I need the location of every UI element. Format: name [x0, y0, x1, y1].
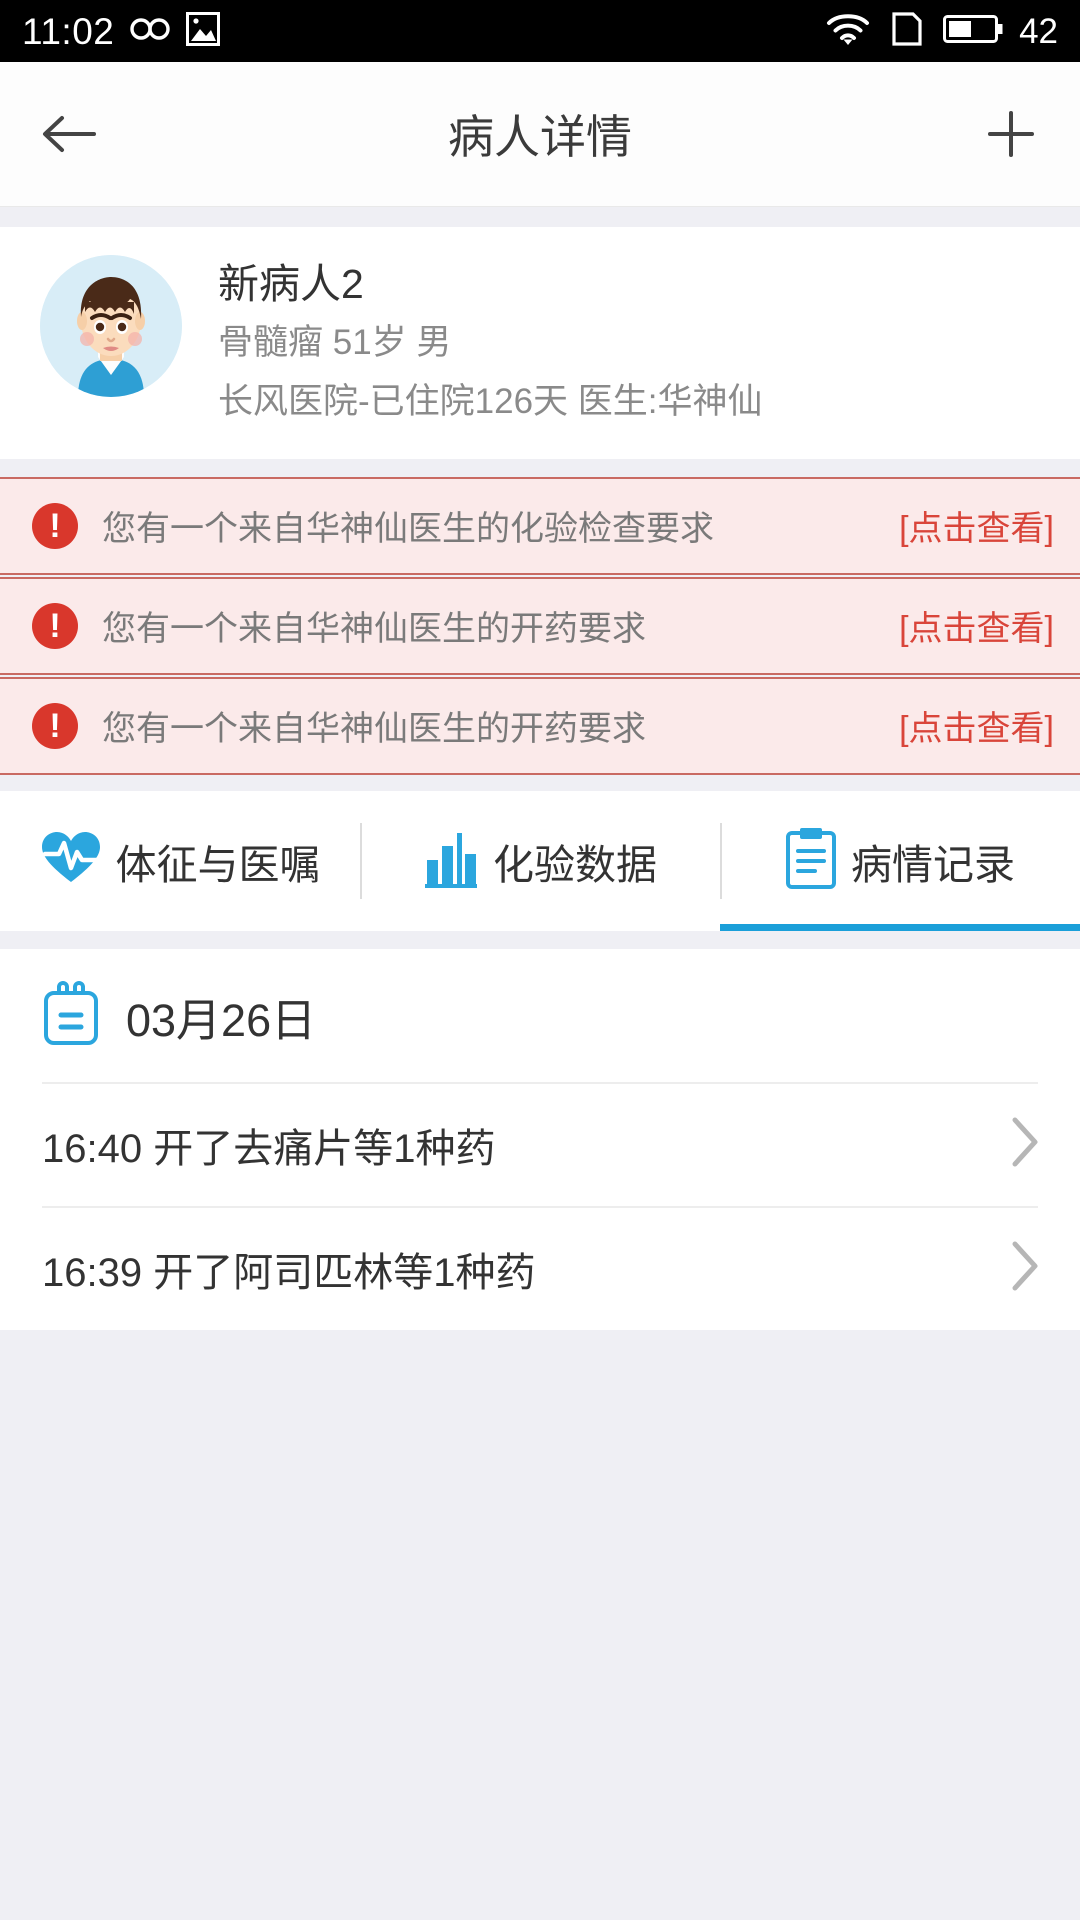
- wifi-icon: [825, 11, 871, 52]
- add-button[interactable]: [976, 99, 1046, 169]
- tab-vitals-orders[interactable]: 体征与医嘱: [0, 791, 360, 931]
- status-bar-right: 42: [825, 9, 1058, 54]
- patient-name: 新病人2: [218, 261, 364, 307]
- battery-icon: [943, 13, 1003, 50]
- record-date-row: 03月26日: [0, 949, 1080, 1082]
- tab-bar: 体征与医嘱 化验数据 病情记录: [0, 790, 1080, 931]
- record-item[interactable]: 16:39 开了阿司匹林等1种药: [0, 1208, 1080, 1330]
- warning-icon: !: [32, 602, 78, 649]
- plus-icon: [988, 111, 1034, 157]
- section-gap: [0, 207, 1080, 227]
- record-list: 03月26日 16:40 开了去痛片等1种药 16:39 开了阿司匹林等1种药: [0, 948, 1080, 1330]
- record-text: 16:40 开了去痛片等1种药: [42, 1126, 496, 1171]
- tab-label: 体征与医嘱: [115, 841, 321, 888]
- clipboard-icon: [785, 827, 837, 894]
- avatar: [40, 255, 182, 397]
- nav-header: 病人详情: [0, 62, 1080, 207]
- record-date: 03月26日: [126, 994, 317, 1046]
- alert-list: ! 您有一个来自华神仙医生的化验检查要求 [点击查看] ! 您有一个来自华神仙医…: [0, 476, 1080, 775]
- battery-percent: 42: [1019, 11, 1058, 51]
- patient-card[interactable]: 新病人2 骨髓瘤 51岁 男 长风医院-已住院126天 医生:华神仙: [0, 227, 1080, 459]
- tab-lab-data[interactable]: 化验数据: [360, 791, 720, 931]
- patient-meta: 骨髓瘤 51岁 男: [218, 323, 452, 363]
- tab-label: 化验数据: [493, 841, 657, 888]
- alert-row[interactable]: ! 您有一个来自华神仙医生的化验检查要求 [点击查看]: [0, 476, 1080, 575]
- chevron-right-icon: [1010, 1116, 1040, 1173]
- status-bar-left: 11:02: [22, 10, 221, 52]
- record-text: 16:39 开了阿司匹林等1种药: [42, 1250, 536, 1295]
- warning-icon: !: [32, 502, 78, 549]
- app-screen: 11:02 42 病人详情 新病人2 骨髓瘤 51岁 男 长风医院-已住院126…: [0, 0, 1080, 1920]
- alert-row[interactable]: ! 您有一个来自华神仙医生的开药要求 [点击查看]: [0, 676, 1080, 775]
- patient-avatar-icon: [40, 255, 182, 397]
- infinity-icon: [128, 14, 172, 49]
- patient-hospital: 长风医院-已住院126天 医生:华神仙: [218, 381, 763, 421]
- alert-text: 您有一个来自华神仙医生的开药要求: [102, 710, 646, 749]
- alert-view-link[interactable]: [点击查看]: [899, 601, 1054, 650]
- tab-label: 病情记录: [851, 841, 1015, 888]
- alert-text: 您有一个来自华神仙医生的化验检查要求: [102, 510, 714, 549]
- page-title: 病人详情: [448, 111, 632, 163]
- heartbeat-icon: [40, 830, 102, 891]
- record-item[interactable]: 16:40 开了去痛片等1种药: [0, 1084, 1080, 1206]
- status-bar-clock: 11:02: [22, 10, 115, 52]
- alert-row[interactable]: ! 您有一个来自华神仙医生的开药要求 [点击查看]: [0, 576, 1080, 675]
- alert-view-link[interactable]: [点击查看]: [899, 701, 1054, 750]
- warning-icon: !: [32, 702, 78, 749]
- patient-info: 新病人2 骨髓瘤 51岁 男 长风医院-已住院126天 医生:华神仙: [218, 255, 763, 429]
- alert-view-link[interactable]: [点击查看]: [899, 501, 1054, 550]
- calendar-icon: [42, 980, 100, 1052]
- alert-text: 您有一个来自华神仙医生的开药要求: [102, 610, 646, 649]
- tab-case-records[interactable]: 病情记录: [720, 791, 1080, 931]
- back-button[interactable]: [34, 99, 104, 169]
- back-arrow-icon: [43, 116, 96, 152]
- image-icon: [186, 11, 221, 51]
- status-bar: 11:02 42: [0, 0, 1080, 62]
- chevron-right-icon: [1010, 1240, 1040, 1297]
- bar-chart-icon: [423, 828, 479, 893]
- sim-icon: [887, 9, 927, 54]
